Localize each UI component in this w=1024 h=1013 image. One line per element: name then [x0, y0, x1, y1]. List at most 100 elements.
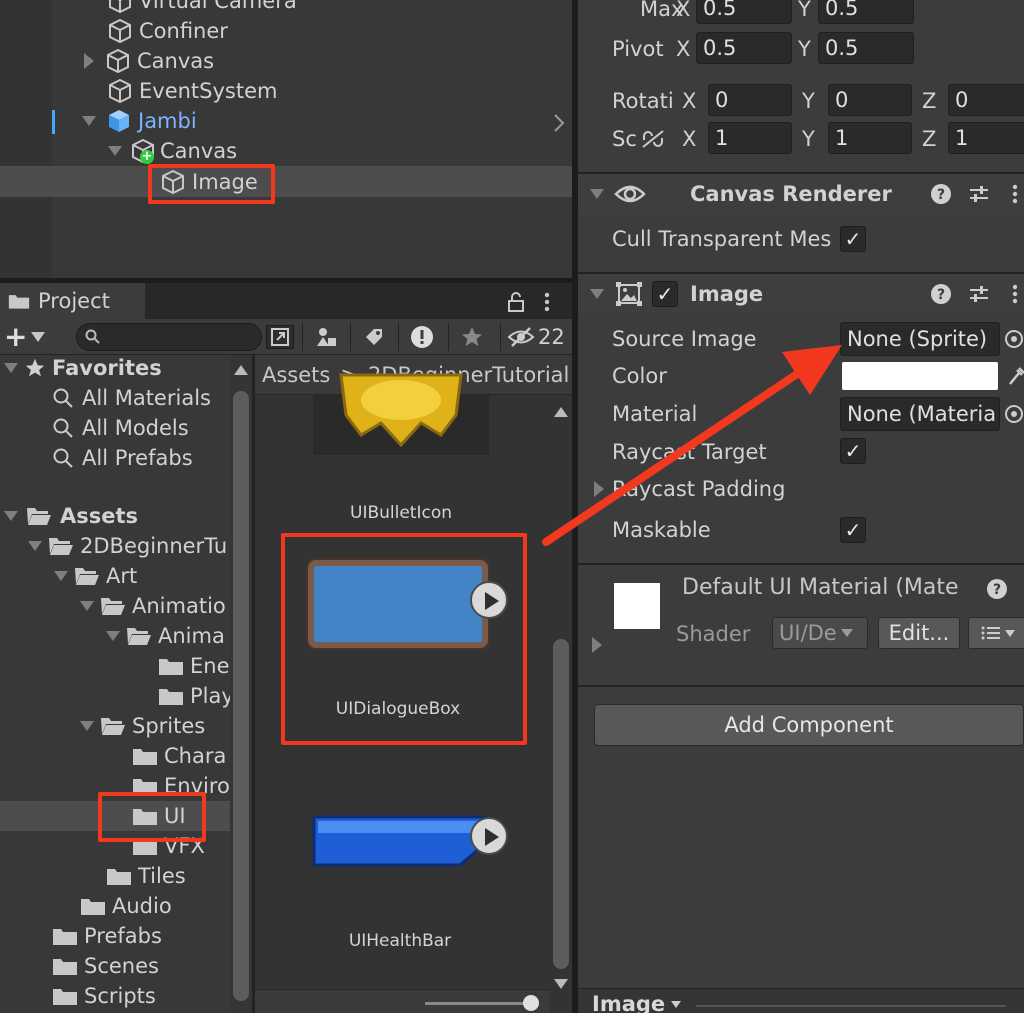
tree-item-favorites[interactable]: Favorites: [4, 355, 162, 381]
favorite-star-icon[interactable]: [448, 323, 494, 351]
cull-transparent-checkbox[interactable]: ✓: [840, 226, 866, 252]
pivot-y-field[interactable]: 0.5: [818, 32, 914, 64]
max-y-field[interactable]: 0.5: [818, 0, 914, 24]
tree-item-ene[interactable]: Ene: [158, 653, 230, 679]
collapse-arrow-icon[interactable]: [4, 511, 18, 521]
tree-item-sprites[interactable]: Sprites: [80, 713, 205, 739]
source-image-field[interactable]: None (Sprite): [840, 322, 1000, 356]
scale-y-field[interactable]: 1: [828, 122, 912, 154]
expand-arrow-icon[interactable]: [84, 53, 94, 69]
help-icon[interactable]: ?: [930, 283, 952, 305]
tree-item-all-prefabs[interactable]: All Prefabs: [52, 445, 193, 471]
eyedropper-icon[interactable]: [1006, 364, 1024, 388]
search-by-type-icon[interactable]: [302, 323, 348, 351]
raycast-target-checkbox[interactable]: ✓: [840, 438, 866, 464]
asset-grid-scrollbar[interactable]: [550, 395, 572, 1013]
scroll-up-arrow-icon[interactable]: [554, 407, 568, 417]
thumbnail-size-slider[interactable]: [255, 989, 550, 1013]
tree-scrollbar-thumb[interactable]: [233, 391, 249, 1001]
collapse-arrow-icon[interactable]: [590, 189, 604, 199]
material-field[interactable]: None (Materia: [840, 397, 1000, 431]
breadcrumb-root[interactable]: Assets: [262, 363, 330, 387]
collapse-arrow-icon[interactable]: [82, 116, 96, 126]
pivot-x-field[interactable]: 0.5: [696, 32, 792, 64]
tree-item-scenes[interactable]: Scenes: [52, 953, 159, 979]
play-preview-icon[interactable]: [470, 817, 508, 855]
scale-x-field[interactable]: 1: [708, 122, 792, 154]
tree-item-2dbeginner[interactable]: 2DBeginnerTu: [28, 533, 227, 559]
collapse-arrow-icon[interactable]: [54, 571, 68, 581]
open-prefab-chevron-icon[interactable]: [552, 112, 566, 134]
tree-item-animation[interactable]: Animatio: [80, 593, 226, 619]
edit-shader-button[interactable]: Edit...: [878, 617, 960, 649]
shader-dropdown[interactable]: UI/De: [772, 617, 868, 649]
collapse-arrow-icon[interactable]: [590, 289, 604, 299]
scroll-up-arrow-icon[interactable]: [234, 365, 248, 375]
asset-grid-scrollbar-thumb[interactable]: [553, 639, 569, 969]
tree-item-audio[interactable]: Audio: [80, 893, 172, 919]
tree-item-scripts[interactable]: Scripts: [52, 983, 156, 1009]
search-input[interactable]: [76, 323, 262, 351]
expand-arrow-icon[interactable]: [592, 637, 602, 653]
scroll-down-arrow-icon[interactable]: [554, 979, 568, 989]
tree-item-prefabs[interactable]: Prefabs: [52, 923, 162, 949]
object-picker-icon[interactable]: [1004, 404, 1024, 424]
tree-scrollbar[interactable]: [230, 355, 252, 1013]
collapse-arrow-icon[interactable]: [106, 631, 120, 641]
hidden-packages-toggle[interactable]: 22: [500, 323, 565, 351]
collapse-arrow-icon[interactable]: [4, 363, 18, 373]
hierarchy-item-canvas[interactable]: Canvas: [84, 48, 214, 74]
canvas-renderer-header[interactable]: Canvas Renderer ?: [578, 174, 1024, 214]
collapse-arrow-icon[interactable]: [108, 146, 122, 156]
color-swatch[interactable]: [842, 362, 998, 390]
rotation-x-field[interactable]: 0: [708, 84, 792, 116]
image-component-header[interactable]: ✓ Image ?: [578, 274, 1024, 314]
hierarchy-item-virtual-camera[interactable]: Virtual Camera: [107, 0, 297, 14]
scale-z-field[interactable]: 1: [948, 122, 1024, 154]
hierarchy-item-jambi[interactable]: Jambi: [82, 108, 197, 134]
hierarchy-item-confiner[interactable]: Confiner: [107, 18, 228, 44]
preview-tab[interactable]: Image: [592, 992, 682, 1013]
kebab-menu-icon[interactable]: [542, 291, 552, 313]
collapse-arrow-icon[interactable]: [80, 721, 94, 731]
tab-project[interactable]: Project: [0, 283, 145, 319]
presets-sliders-icon[interactable]: [968, 283, 990, 305]
presets-sliders-icon[interactable]: [968, 183, 990, 205]
tree-item-all-models[interactable]: All Models: [52, 415, 189, 441]
raycast-padding-label[interactable]: Raycast Padding: [612, 477, 785, 501]
kebab-menu-icon[interactable]: [1010, 183, 1020, 205]
create-plus-button[interactable]: +: [4, 323, 46, 351]
help-icon[interactable]: ?: [930, 183, 952, 205]
tree-item-art[interactable]: Art: [54, 563, 137, 589]
asset-tile-uibulleticon[interactable]: UIBulletIcon: [313, 373, 489, 523]
hierarchy-item-jambi-canvas[interactable]: + Canvas: [108, 138, 237, 164]
tree-item-all-materials[interactable]: All Materials: [52, 385, 211, 411]
help-icon[interactable]: ?: [986, 578, 1008, 600]
tree-item-play[interactable]: Play: [158, 683, 234, 709]
shader-menu-button[interactable]: [968, 617, 1024, 649]
add-component-button[interactable]: Add Component: [594, 704, 1024, 746]
slider-knob[interactable]: [523, 995, 539, 1011]
image-enabled-checkbox[interactable]: ✓: [652, 281, 678, 307]
kebab-menu-icon[interactable]: [1010, 283, 1020, 305]
lock-icon[interactable]: [506, 291, 526, 313]
hierarchy-item-eventsystem[interactable]: EventSystem: [107, 78, 277, 104]
max-x-field[interactable]: 0.5: [696, 0, 792, 24]
collapse-arrow-icon[interactable]: [80, 601, 94, 611]
search-by-label-icon[interactable]: [350, 323, 396, 351]
asset-tile-uihealthbar[interactable]: UIHealthBar: [310, 813, 510, 953]
tree-item-tiles[interactable]: Tiles: [106, 863, 186, 889]
maskable-checkbox[interactable]: ✓: [840, 517, 866, 543]
tree-item-anima[interactable]: Anima: [106, 623, 225, 649]
rotation-y-field[interactable]: 0: [828, 84, 912, 116]
object-picker-icon[interactable]: [1004, 329, 1024, 349]
rotation-z-field[interactable]: 0: [948, 84, 1024, 116]
log-filter-icon[interactable]: [398, 323, 444, 351]
collapse-arrow-icon[interactable]: [28, 541, 42, 551]
constrain-proportions-link-icon[interactable]: [640, 128, 666, 150]
health-bar-sprite: [312, 815, 488, 867]
open-search-window-icon[interactable]: [266, 325, 294, 349]
tree-item-chara[interactable]: Chara: [132, 743, 226, 769]
expand-arrow-icon[interactable]: [594, 481, 604, 497]
tree-item-assets[interactable]: Assets: [4, 503, 138, 529]
